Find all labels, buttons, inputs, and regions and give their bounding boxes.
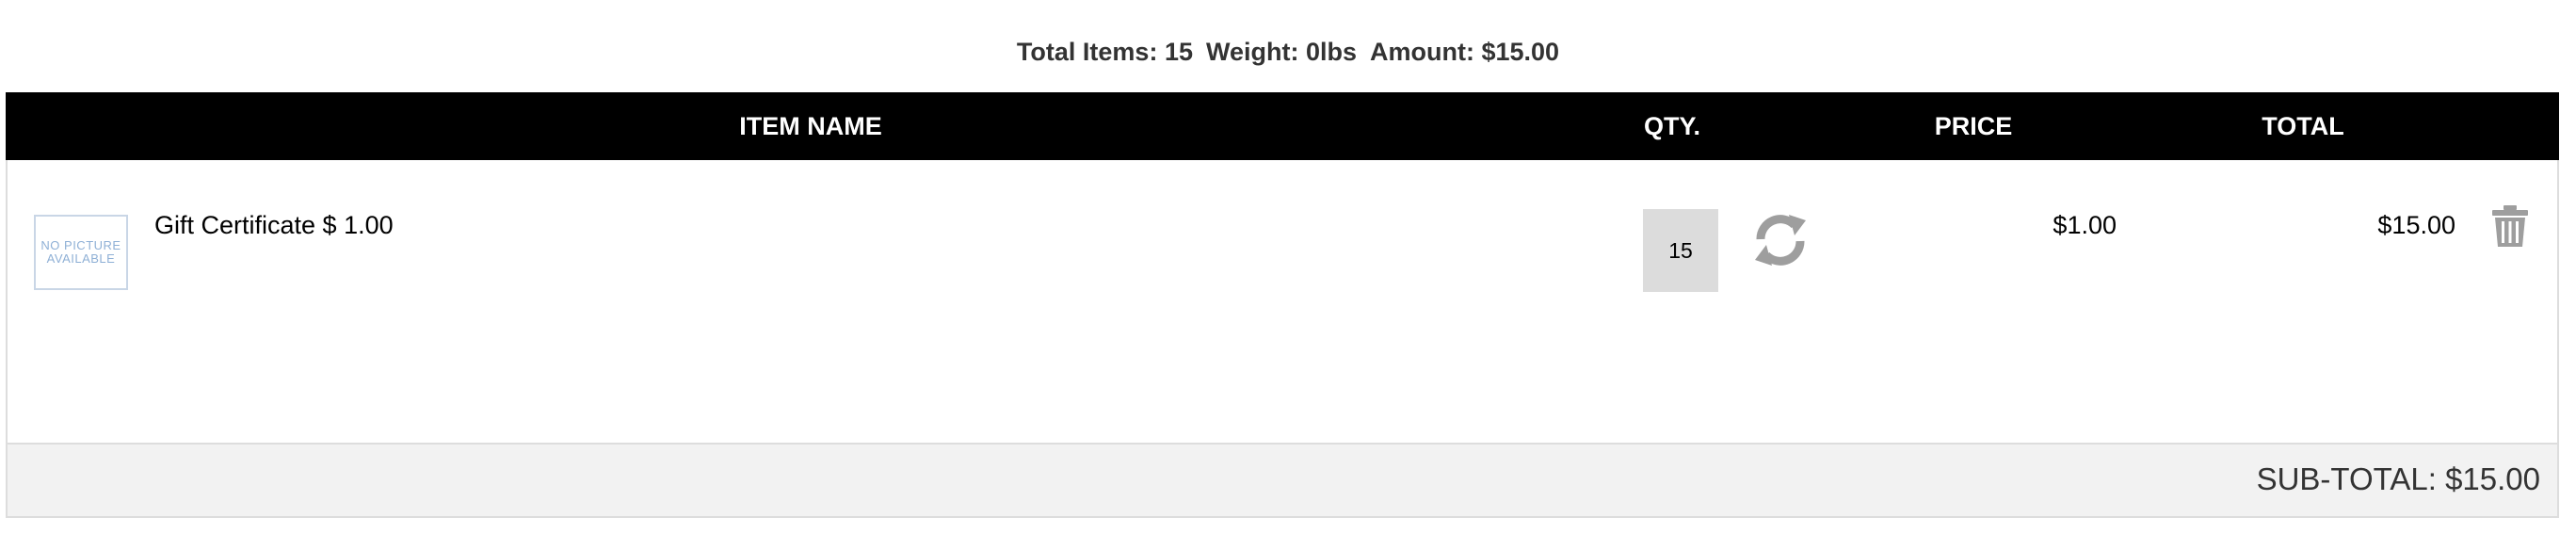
unit-price: $1.00: [2053, 211, 2117, 239]
product-name[interactable]: Gift Certificate $ 1.00: [154, 211, 394, 240]
quantity-input[interactable]: [1643, 209, 1718, 292]
cart-summary: Total Items: 15 Weight: 0lbs Amount: $15.0…: [0, 38, 2576, 67]
subtotal-bar: SUB-TOTAL: $15.00: [8, 443, 2557, 516]
line-total: $15.00: [2377, 211, 2455, 239]
header-total: TOTAL: [2262, 112, 2344, 140]
header-item-name: ITEM NAME: [739, 112, 882, 140]
subtotal: SUB-TOTAL: $15.00: [2257, 461, 2540, 497]
cart-header-row: ITEM NAME QTY. PRICE TOTAL: [6, 92, 2559, 160]
subtotal-value: $15.00: [2445, 461, 2540, 496]
header-qty: QTY.: [1643, 112, 1700, 140]
trash-icon[interactable]: [2489, 203, 2531, 249]
product-thumbnail[interactable]: NO PICTURE AVAILABLE: [34, 215, 128, 290]
total-items: Total Items: 15: [1016, 38, 1193, 66]
total-weight: Weight: 0lbs: [1205, 38, 1357, 66]
refresh-icon[interactable]: [1747, 207, 1813, 273]
header-price: PRICE: [1934, 112, 2013, 140]
total-amount: Amount: $15.00: [1370, 38, 1560, 66]
subtotal-label: SUB-TOTAL:: [2256, 461, 2437, 496]
cart-table: ITEM NAME QTY. PRICE TOTAL NO PICTURE AV…: [6, 92, 2559, 518]
